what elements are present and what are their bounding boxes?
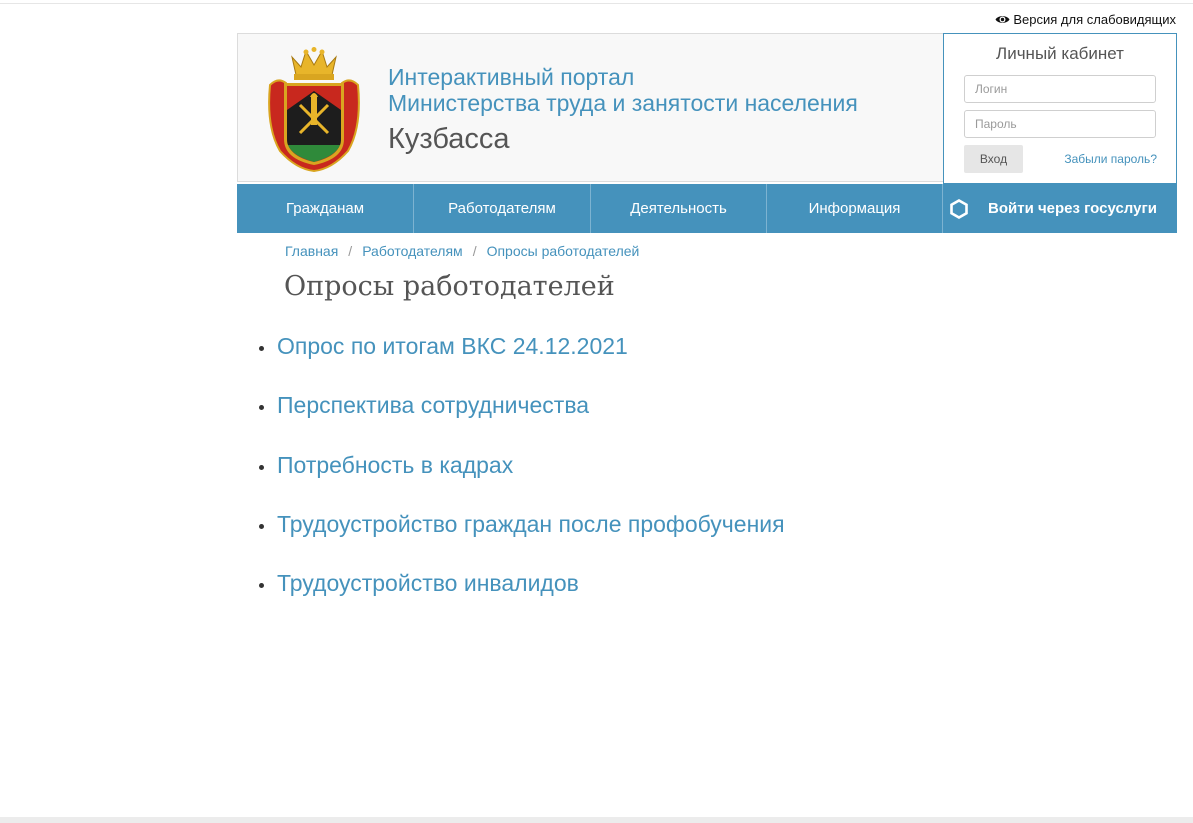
accessibility-version-link[interactable]: Версия для слабовидящих: [995, 10, 1176, 28]
breadcrumb-separator: /: [348, 243, 353, 259]
gosuslugi-login-button[interactable]: Войти через госуслуги: [943, 184, 1177, 233]
survey-link-cooperation[interactable]: Перспектива сотрудничества: [277, 389, 589, 421]
nav-item-information[interactable]: Информация: [767, 184, 943, 233]
forgot-password-link[interactable]: Забыли пароль?: [1064, 152, 1157, 166]
login-panel-title: Личный кабинет: [996, 44, 1124, 63]
eye-icon: [995, 15, 1010, 23]
bullet-icon: [259, 405, 264, 411]
list-item: Перспектива сотрудничества: [259, 389, 785, 448]
portal-region: Кузбасса: [388, 123, 510, 155]
breadcrumb: Главная / Работодателям / Опросы работод…: [285, 243, 639, 259]
bullet-icon: [259, 346, 264, 351]
survey-link-staffing[interactable]: Потребность в кадрах: [277, 449, 513, 481]
login-panel: Личный кабинет Вход Забыли пароль?: [943, 33, 1177, 184]
bullet-icon: [259, 464, 264, 470]
login-field[interactable]: [964, 75, 1156, 103]
survey-link-training-employment[interactable]: Трудоустройство граждан после профобучен…: [277, 508, 785, 540]
nav-item-activity[interactable]: Деятельность: [591, 184, 767, 233]
survey-list: Опрос по итогам ВКС 24.12.2021 Перспекти…: [259, 330, 785, 626]
breadcrumb-separator: /: [472, 243, 477, 259]
bullet-icon: [259, 583, 264, 588]
bullet-icon: [259, 523, 264, 529]
coat-of-arms-icon[interactable]: [266, 47, 362, 173]
list-item: Трудоустройство граждан после профобучен…: [259, 508, 785, 567]
password-field[interactable]: [964, 110, 1156, 138]
list-item: Потребность в кадрах: [259, 449, 785, 508]
portal-title-line1: Интерактивный портал: [388, 64, 635, 90]
list-item: Опрос по итогам ВКС 24.12.2021: [259, 330, 785, 389]
hexagon-icon: [950, 198, 968, 219]
nav-item-citizens[interactable]: Гражданам: [237, 184, 414, 233]
page-title: Опросы работодателей: [284, 271, 615, 302]
accessibility-version-label: Версия для слабовидящих: [1013, 11, 1176, 27]
bottom-border: [0, 817, 1193, 823]
main-navigation: Гражданам Работодателям Деятельность Инф…: [237, 184, 1177, 233]
top-divider: [0, 3, 1193, 4]
gosuslugi-login-label: Войти через госуслуги: [988, 200, 1157, 217]
breadcrumb-employers[interactable]: Работодателям: [362, 243, 463, 259]
portal-title: Интерактивный портал Министерства труда …: [388, 64, 858, 116]
breadcrumb-current[interactable]: Опросы работодателей: [487, 243, 640, 259]
site-header: Интерактивный портал Министерства труда …: [237, 33, 943, 182]
login-button[interactable]: Вход: [964, 145, 1023, 173]
survey-link-disabled-employment[interactable]: Трудоустройство инвалидов: [277, 567, 579, 599]
breadcrumb-home[interactable]: Главная: [285, 243, 338, 259]
list-item: Трудоустройство инвалидов: [259, 567, 785, 626]
portal-title-line2: Министерства труда и занятости населения: [388, 90, 858, 116]
survey-link-vks[interactable]: Опрос по итогам ВКС 24.12.2021: [277, 330, 628, 362]
nav-item-employers[interactable]: Работодателям: [414, 184, 591, 233]
